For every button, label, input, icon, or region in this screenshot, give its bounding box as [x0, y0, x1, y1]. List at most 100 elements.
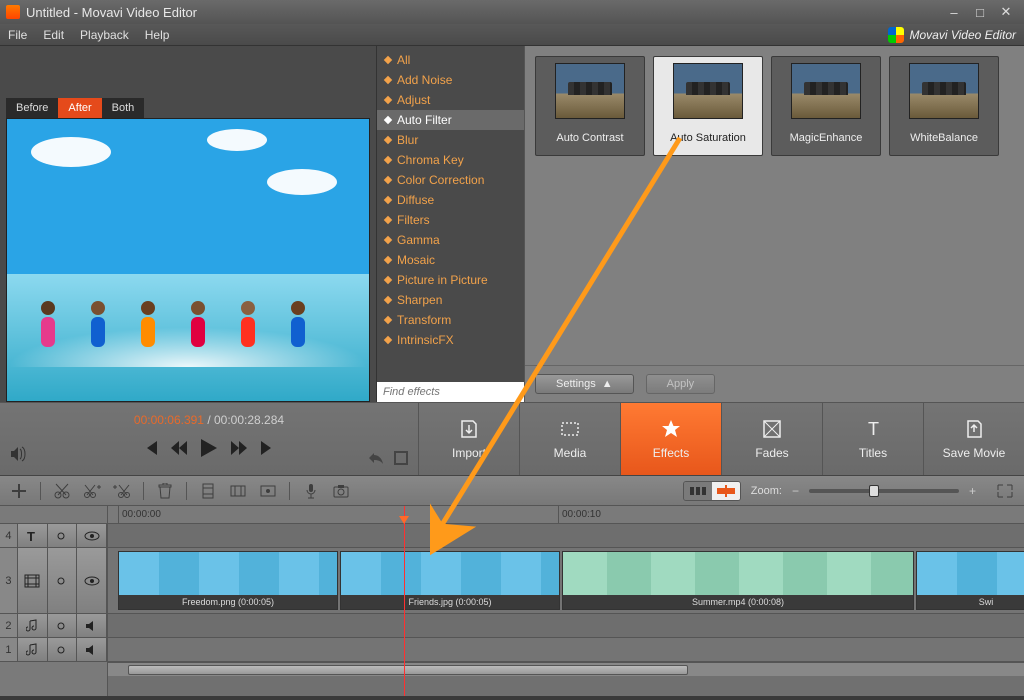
menu-file[interactable]: File	[8, 28, 27, 42]
minimize-button[interactable]: –	[942, 4, 966, 20]
clip-swim[interactable]: Swi	[916, 551, 1024, 610]
effects-category-item[interactable]: Filters	[377, 210, 524, 230]
bullet-icon	[384, 56, 392, 64]
cut-left-button[interactable]	[81, 481, 103, 501]
track-1-audio-icon[interactable]	[18, 638, 48, 661]
effects-category-item[interactable]: Diffuse	[377, 190, 524, 210]
track-2-link-icon[interactable]	[48, 614, 78, 637]
crop-button[interactable]	[197, 481, 219, 501]
bullet-icon	[384, 256, 392, 264]
track-1-link-icon[interactable]	[48, 638, 78, 661]
menu-edit[interactable]: Edit	[43, 28, 64, 42]
effects-category-item[interactable]: Blur	[377, 130, 524, 150]
clip-freedom[interactable]: Freedom.png (0:00:05)	[118, 551, 338, 610]
volume-icon[interactable]	[10, 446, 28, 465]
effects-browser: Auto ContrastAuto SaturationMagicEnhance…	[524, 46, 1024, 402]
timeline-scrollbar[interactable]	[108, 662, 1024, 676]
cut-button[interactable]	[51, 481, 73, 501]
prev-frame-button[interactable]	[143, 441, 157, 455]
preview-viewport[interactable]	[6, 118, 370, 402]
track-4-visibility-icon[interactable]	[77, 524, 107, 547]
next-frame-button[interactable]	[261, 441, 275, 455]
effect-thumb-label: WhiteBalance	[910, 125, 978, 151]
media-icon	[559, 418, 581, 440]
track-2-lane[interactable]	[108, 614, 1024, 638]
effect-thumb[interactable]: WhiteBalance	[889, 56, 999, 156]
track-1-mute-icon[interactable]	[77, 638, 107, 661]
effects-category-item[interactable]: Add Noise	[377, 70, 524, 90]
mode-import-button[interactable]: Import	[418, 403, 519, 475]
tab-both[interactable]: Both	[102, 98, 145, 118]
menu-help[interactable]: Help	[145, 28, 170, 42]
track-4-titles-icon[interactable]: T	[18, 524, 48, 547]
zoom-out-icon[interactable]: −	[792, 484, 799, 498]
effects-category-item[interactable]: Transform	[377, 310, 524, 330]
bullet-icon	[384, 276, 392, 284]
effect-thumb[interactable]: Auto Saturation	[653, 56, 763, 156]
tab-after[interactable]: After	[58, 98, 101, 118]
track-4-lane[interactable]	[108, 524, 1024, 548]
clip-properties-button[interactable]	[257, 481, 279, 501]
effects-category-label: Transform	[397, 313, 451, 327]
zoom-slider[interactable]	[809, 489, 959, 493]
track-2-audio-icon[interactable]	[18, 614, 48, 637]
timeline-panel: 4 T 3 2 1 00:00:00 00:00:10	[0, 506, 1024, 696]
mode-save-movie-button[interactable]: Save Movie	[923, 403, 1024, 475]
delete-button[interactable]	[154, 481, 176, 501]
clip-friends[interactable]: Friends.jpg (0:00:05)	[340, 551, 560, 610]
play-button[interactable]	[201, 439, 217, 457]
chevron-up-icon: ▲	[602, 378, 613, 390]
add-track-button[interactable]	[8, 481, 30, 501]
timeline-ruler[interactable]: 00:00:00 00:00:10	[108, 506, 1024, 524]
fast-forward-button[interactable]	[231, 441, 247, 455]
bullet-icon	[384, 176, 392, 184]
cut-right-button[interactable]	[111, 481, 133, 501]
track-2-mute-icon[interactable]	[77, 614, 107, 637]
clip-summer[interactable]: Summer.mp4 (0:00:08)	[562, 551, 914, 610]
effect-thumb[interactable]: Auto Contrast	[535, 56, 645, 156]
mode-fades-button[interactable]: Fades	[721, 403, 822, 475]
snapshot-button[interactable]	[330, 481, 352, 501]
undo-button[interactable]	[368, 451, 384, 465]
track-3-visibility-icon[interactable]	[77, 548, 107, 613]
effects-category-label: Filters	[397, 213, 430, 227]
effects-category-item[interactable]: Adjust	[377, 90, 524, 110]
effects-category-item[interactable]: Picture in Picture	[377, 270, 524, 290]
effects-category-item[interactable]: Gamma	[377, 230, 524, 250]
save-movie-icon	[963, 418, 985, 440]
effects-category-item[interactable]: Mosaic	[377, 250, 524, 270]
record-voice-button[interactable]	[300, 481, 322, 501]
effects-category-item[interactable]: IntrinsicFX	[377, 330, 524, 350]
close-button[interactable]: ✕	[994, 4, 1018, 20]
effects-category-item[interactable]: Chroma Key	[377, 150, 524, 170]
find-effects-input[interactable]	[377, 382, 524, 402]
track-3-video-icon[interactable]	[18, 548, 48, 613]
fit-zoom-button[interactable]	[994, 481, 1016, 501]
playhead[interactable]	[404, 506, 405, 696]
storyboard-view-button[interactable]	[684, 482, 712, 500]
rewind-button[interactable]	[171, 441, 187, 455]
bullet-icon	[384, 76, 392, 84]
track-4-link-icon[interactable]	[48, 524, 78, 547]
menu-playback[interactable]: Playback	[80, 28, 129, 42]
mode-media-button[interactable]: Media	[519, 403, 620, 475]
effect-thumb[interactable]: MagicEnhance	[771, 56, 881, 156]
maximize-button[interactable]: □	[968, 4, 992, 20]
effects-category-item[interactable]: Auto Filter	[377, 110, 524, 130]
effects-category-item[interactable]: All	[377, 50, 524, 70]
mode-effects-button[interactable]: Effects	[620, 403, 721, 475]
timeline-view-button[interactable]	[712, 482, 740, 500]
fullscreen-button[interactable]	[394, 451, 408, 465]
tab-before[interactable]: Before	[6, 98, 58, 118]
mode-titles-button[interactable]: TTitles	[822, 403, 923, 475]
settings-button[interactable]: Settings ▲	[535, 374, 634, 394]
zoom-in-icon[interactable]: +	[969, 484, 976, 498]
effects-category-item[interactable]: Sharpen	[377, 290, 524, 310]
track-1-lane[interactable]	[108, 638, 1024, 662]
track-3-link-icon[interactable]	[48, 548, 78, 613]
track-3-lane[interactable]: Freedom.png (0:00:05) Friends.jpg (0:00:…	[108, 548, 1024, 614]
effects-category-item[interactable]: Color Correction	[377, 170, 524, 190]
preview-panel: Before After Both	[0, 46, 376, 402]
split-button[interactable]	[227, 481, 249, 501]
apply-button[interactable]: Apply	[646, 374, 716, 394]
